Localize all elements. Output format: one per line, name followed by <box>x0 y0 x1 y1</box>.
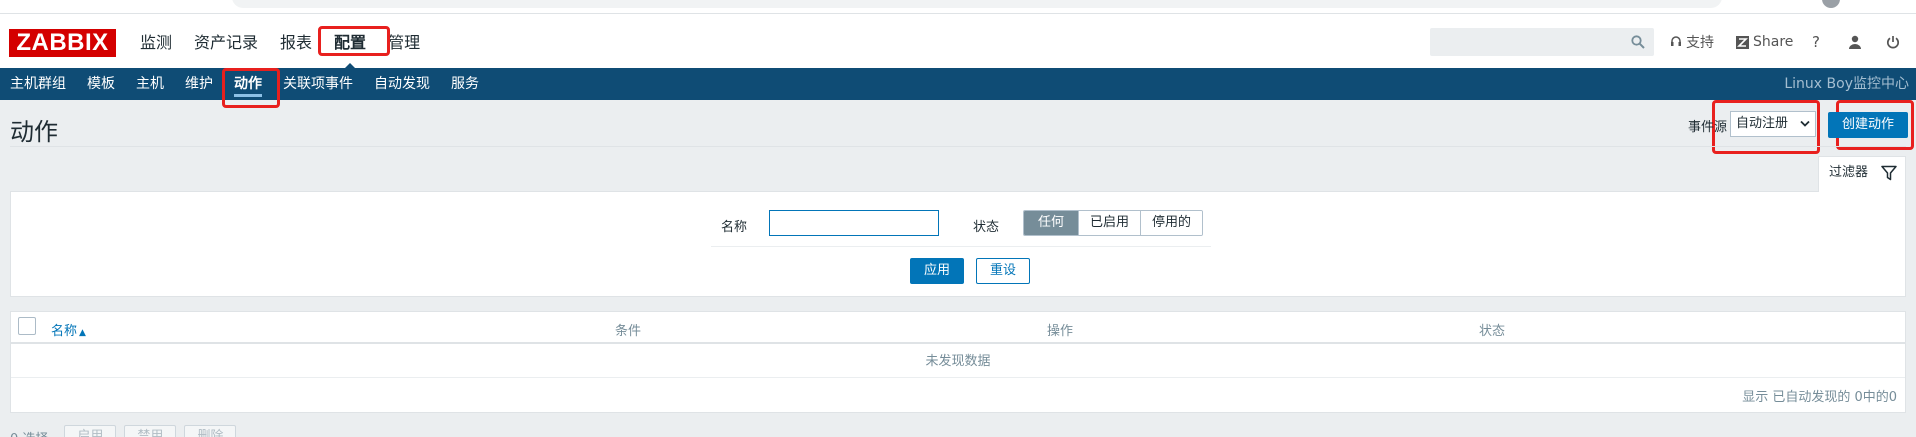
chevron-down-icon <box>1800 120 1810 127</box>
main-menu: 监测 资产记录 报表 配置 管理 <box>140 28 442 70</box>
filter-panel: 名称 状态 任何 已启用 停用的 应用 重设 <box>10 191 1906 297</box>
subnav-item-host-groups[interactable]: 主机群组 <box>10 68 66 100</box>
share-link[interactable]: Share <box>1736 28 1793 56</box>
global-search-input[interactable] <box>1430 28 1654 56</box>
menu-item-configuration[interactable]: 配置 <box>334 28 366 70</box>
event-source-select[interactable]: 自动注册 <box>1730 111 1816 137</box>
mass-action-bar: 0 选择 启用 禁用 删除 <box>10 425 244 437</box>
filter-icon <box>1881 165 1897 181</box>
table-header: 名称 ▲ 条件 操作 状态 <box>11 312 1905 344</box>
status-segmented-control: 任何 已启用 停用的 <box>1023 210 1204 236</box>
filter-name-label: 名称 <box>721 220 748 235</box>
event-source-label: 事件源 <box>1688 120 1728 135</box>
event-source-value: 自动注册 <box>1736 116 1789 131</box>
filter-divider <box>711 246 1211 247</box>
status-option-disabled[interactable]: 停用的 <box>1140 211 1203 235</box>
zabbix-logo[interactable]: ZABBIX <box>9 29 116 57</box>
status-option-any[interactable]: 任何 <box>1024 211 1079 235</box>
help-button[interactable]: ? <box>1812 28 1820 56</box>
column-header-conditions: 条件 <box>615 324 642 339</box>
sign-out-button[interactable] <box>1886 28 1904 56</box>
mass-enable-button[interactable]: 启用 <box>64 425 117 437</box>
subnav-item-actions[interactable]: 动作 <box>234 68 262 100</box>
subnav-item-hosts[interactable]: 主机 <box>136 68 164 100</box>
menu-item-administration[interactable]: 管理 <box>388 28 420 58</box>
power-icon <box>1886 36 1900 49</box>
subnav-item-services[interactable]: 服务 <box>451 68 479 100</box>
browser-profile-icon[interactable] <box>1822 0 1840 8</box>
column-header-name[interactable]: 名称 ▲ <box>51 320 86 339</box>
column-name-label: 名称 <box>51 324 78 339</box>
apply-button[interactable]: 应用 <box>910 258 964 284</box>
subnav-item-templates[interactable]: 模板 <box>87 68 115 100</box>
title-divider <box>10 146 1906 147</box>
support-link[interactable]: 支持 <box>1670 28 1714 56</box>
actions-table: 名称 ▲ 条件 操作 状态 未发现数据 显示 已自动发现的 0中的0 <box>10 311 1906 413</box>
table-stats: 显示 已自动发现的 0中的0 <box>1742 390 1897 405</box>
selected-count: 0 选择 <box>10 428 48 437</box>
filter-name-input[interactable] <box>769 210 939 236</box>
headset-icon <box>1671 36 1681 46</box>
share-label: Share <box>1753 34 1794 50</box>
select-all-checkbox[interactable] <box>18 317 36 335</box>
secondary-nav: 主机群组 模板 主机 维护 动作 关联项事件 自动发现 服务 Linux Boy… <box>0 68 1916 100</box>
sort-asc-icon: ▲ <box>79 328 86 338</box>
browser-top-strip <box>0 0 1916 14</box>
status-option-enabled[interactable]: 已启用 <box>1078 211 1141 235</box>
help-icon: ? <box>1812 33 1820 51</box>
mass-disable-button[interactable]: 禁用 <box>124 425 177 437</box>
server-name: Linux Boy监控中心 <box>1784 76 1909 92</box>
subnav-item-maintenance[interactable]: 维护 <box>185 68 213 100</box>
top-header: ZABBIX 监测 资产记录 报表 配置 管理 支持 Share ? <box>0 14 1916 70</box>
page-title: 动作 <box>10 118 58 146</box>
subnav-item-event-correlation[interactable]: 关联项事件 <box>283 68 353 100</box>
user-profile-button[interactable] <box>1848 28 1866 56</box>
browser-address-bar[interactable] <box>232 0 1722 8</box>
subnav-item-discovery[interactable]: 自动发现 <box>374 68 430 100</box>
user-icon <box>1849 35 1861 49</box>
share-z-icon <box>1736 35 1749 49</box>
filter-tab[interactable]: 过滤器 <box>1818 156 1906 192</box>
menu-item-monitoring[interactable]: 监测 <box>140 28 172 58</box>
search-icon <box>1631 35 1645 49</box>
create-action-button[interactable]: 创建动作 <box>1828 112 1908 138</box>
menu-item-reports[interactable]: 报表 <box>280 28 312 58</box>
no-data-row: 未发现数据 <box>11 346 1905 378</box>
column-header-status: 状态 <box>1479 324 1506 339</box>
column-header-operations: 操作 <box>1047 324 1074 339</box>
menu-item-inventory[interactable]: 资产记录 <box>194 28 258 58</box>
reset-button[interactable]: 重设 <box>976 258 1030 284</box>
support-label: 支持 <box>1686 35 1714 51</box>
mass-delete-button[interactable]: 删除 <box>184 425 237 437</box>
filter-tab-label: 过滤器 <box>1829 165 1869 180</box>
filter-status-label: 状态 <box>973 220 1000 235</box>
